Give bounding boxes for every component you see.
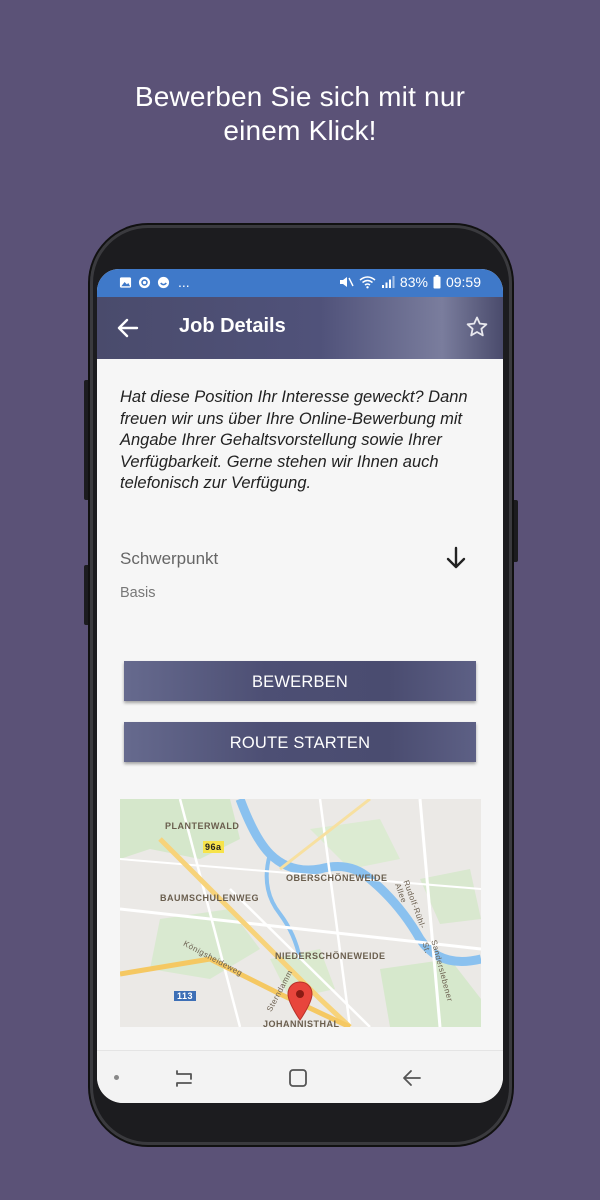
back-icon[interactable]: [401, 1067, 423, 1089]
phone-screen: ... 83% 09:59 Job Details Hat diese Posi…: [97, 269, 503, 1103]
status-notifications: ...: [119, 275, 190, 289]
focus-value: Basis: [120, 585, 156, 601]
job-description: Hat diese Position Ihr Interesse geweckt…: [120, 388, 468, 492]
more-notifications: ...: [178, 274, 190, 290]
signal-icon: [381, 276, 395, 288]
image-icon: [119, 276, 132, 288]
wifi-icon: [359, 276, 376, 289]
battery-icon: [433, 275, 441, 289]
emoji-icon: [157, 276, 170, 288]
app-bar: Job Details: [97, 297, 503, 359]
location-map[interactable]: PLANTERWALD 96a OBERSCHÖNEWEIDE BAUMSCHU…: [120, 799, 481, 1027]
nav-indicator-dot: [114, 1075, 119, 1080]
promo-line-2: einem Klick!: [223, 115, 377, 146]
arrow-left-icon[interactable]: [115, 315, 141, 341]
target-icon: [138, 276, 151, 288]
map-label-planterwald: PLANTERWALD: [165, 821, 240, 831]
focus-label: Schwerpunkt: [120, 549, 219, 568]
apply-button[interactable]: BEWERBEN: [124, 661, 476, 701]
status-system: 83% 09:59: [339, 274, 481, 290]
map-label-baumschulenweg: BAUMSCHULENWEG: [160, 893, 259, 903]
recent-apps-icon[interactable]: [173, 1067, 195, 1089]
status-time: 09:59: [445, 274, 481, 290]
status-bar: ... 83% 09:59: [97, 269, 503, 297]
map-pin-icon[interactable]: [287, 981, 313, 1021]
battery-percent: 83%: [399, 274, 428, 290]
map-label-oberschoeneweide: OBERSCHÖNEWEIDE: [286, 873, 388, 883]
page-title: Job Details: [179, 315, 286, 337]
home-icon[interactable]: [287, 1067, 309, 1089]
map-route-113: 113: [174, 991, 197, 1001]
map-label-niederschoeneweide: NIEDERSCHÖNEWEIDE: [275, 951, 386, 961]
star-outline-icon[interactable]: [465, 315, 489, 339]
promo-headline: Bewerben Sie sich mit nur einem Klick!: [0, 80, 600, 148]
map-route-96a: 96a: [203, 841, 224, 853]
promo-line-1: Bewerben Sie sich mit nur: [134, 81, 466, 112]
mute-icon: [339, 277, 354, 287]
arrow-down-icon[interactable]: [443, 545, 469, 571]
system-nav-bar: [97, 1050, 503, 1103]
start-route-button[interactable]: ROUTE STARTEN: [124, 722, 476, 762]
